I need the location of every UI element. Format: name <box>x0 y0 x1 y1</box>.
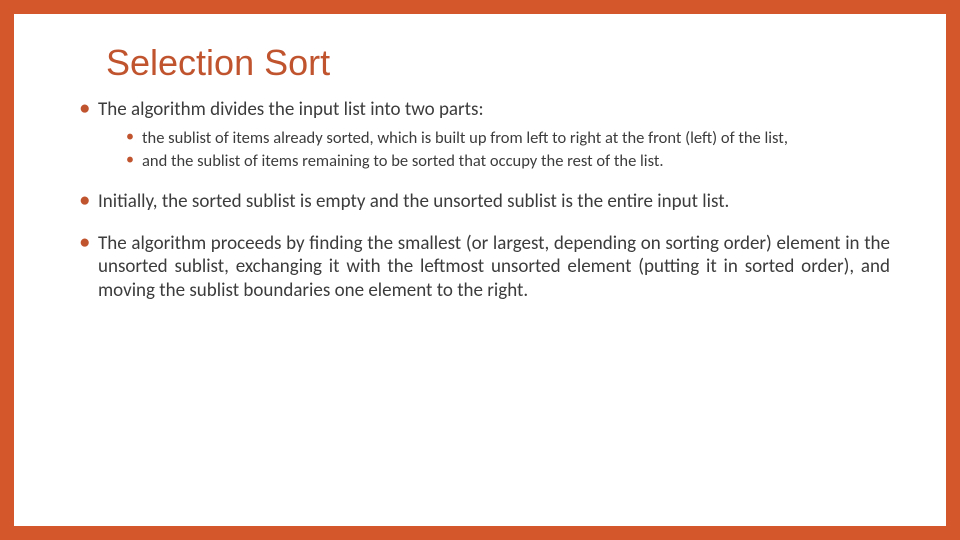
bullet-text: The algorithm divides the input list int… <box>98 98 484 121</box>
bullet-item: Initially, the sorted sublist is empty a… <box>80 190 890 214</box>
sub-bullet-text: the sublist of items already sorted, whi… <box>142 128 788 148</box>
bullet-item: The algorithm proceeds by finding the sm… <box>80 232 890 303</box>
bullet-item: The algorithm divides the input list int… <box>80 98 890 172</box>
sub-bullet-list: the sublist of items already sorted, whi… <box>98 128 890 172</box>
sub-bullet-item: the sublist of items already sorted, whi… <box>126 128 890 149</box>
sub-bullet-item: and the sublist of items remaining to be… <box>126 151 890 172</box>
main-bullet-list: The algorithm divides the input list int… <box>70 98 890 303</box>
bullet-text: The algorithm proceeds by finding the sm… <box>98 232 890 303</box>
bullet-text: Initially, the sorted sublist is empty a… <box>98 190 729 213</box>
slide-body: Selection Sort The algorithm divides the… <box>14 14 946 526</box>
slide-title: Selection Sort <box>106 42 890 84</box>
sub-bullet-text: and the sublist of items remaining to be… <box>142 151 664 171</box>
